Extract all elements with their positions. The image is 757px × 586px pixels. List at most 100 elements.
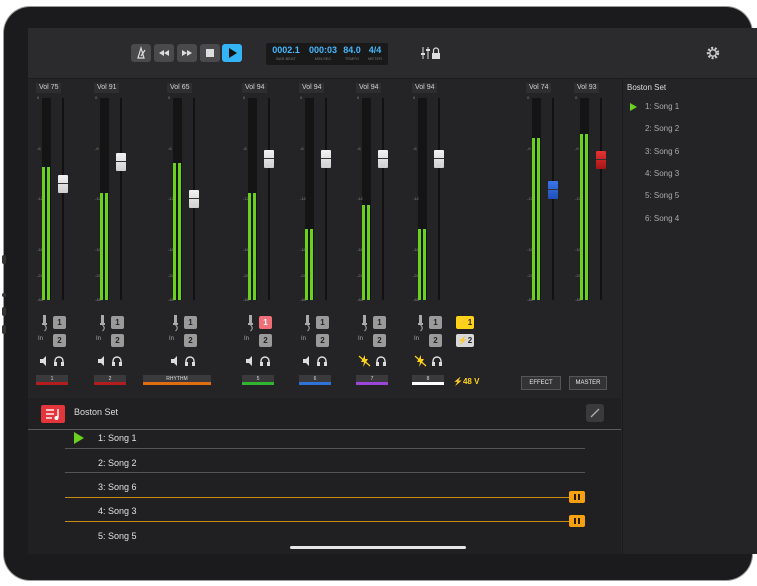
scale-tick: -12 xyxy=(357,196,363,201)
headphones-icon[interactable] xyxy=(184,354,196,371)
fader-handle[interactable] xyxy=(321,149,331,168)
song-row[interactable]: 3: Song 6 xyxy=(98,482,137,492)
song-row[interactable]: 5: Song 5 xyxy=(98,531,137,541)
fader-track[interactable] xyxy=(438,98,440,300)
sidebar-song-item[interactable]: 4: Song 3 xyxy=(645,169,679,178)
phantom-1-button[interactable]: ⚡1 xyxy=(456,316,474,329)
headphones-icon[interactable] xyxy=(316,354,328,371)
fader-track[interactable] xyxy=(120,98,122,300)
metronome-button[interactable] xyxy=(131,44,151,62)
rewind-button[interactable] xyxy=(154,44,174,62)
sidebar-song-item[interactable]: 3: Song 6 xyxy=(645,147,679,156)
fader-track[interactable] xyxy=(325,98,327,300)
input-1-button[interactable]: 1 xyxy=(316,316,329,329)
effect-button[interactable]: EFFECT xyxy=(521,376,561,390)
jack-icon xyxy=(362,315,367,332)
input-1-button[interactable]: 1 xyxy=(111,316,124,329)
fast-forward-button[interactable] xyxy=(177,44,197,62)
input-1-button[interactable]: 1 xyxy=(259,316,272,329)
phantom-2-label: 2 xyxy=(467,336,473,345)
headphones-icon[interactable] xyxy=(375,354,387,371)
fader-track[interactable] xyxy=(382,98,384,300)
input-2-button[interactable]: 2 xyxy=(373,334,386,347)
input-jack[interactable] xyxy=(414,315,428,337)
channel-name-label[interactable]: 6 xyxy=(299,375,331,385)
channel-name-label[interactable]: 2 xyxy=(94,375,126,385)
song-row-active[interactable]: 1: Song 1 xyxy=(98,433,137,443)
mute-lightning-icon[interactable] xyxy=(358,354,372,371)
sidebar-song-item[interactable]: 6: Song 4 xyxy=(645,214,679,223)
input-jack[interactable] xyxy=(96,315,110,337)
meter-readout[interactable]: 4/4 METER xyxy=(365,45,385,62)
mute-lightning-icon[interactable] xyxy=(414,354,428,371)
edit-setlist-button[interactable] xyxy=(586,404,604,422)
stop-icon xyxy=(206,49,214,57)
settings-button[interactable] xyxy=(705,45,721,61)
channel-name-label[interactable]: 8 xyxy=(412,375,444,385)
gear-icon xyxy=(706,46,720,60)
scale-tick: -6 xyxy=(527,145,531,151)
volume-label: Vol 94 xyxy=(242,83,268,93)
bar-beat-value: 0002.1 xyxy=(272,45,300,55)
input-1-button[interactable]: 1 xyxy=(53,316,66,329)
input-2-button[interactable]: 2 xyxy=(53,334,66,347)
song-row[interactable]: 4: Song 3 xyxy=(98,506,137,516)
pause-marker-button[interactable] xyxy=(569,515,585,527)
fader-track[interactable] xyxy=(268,98,270,300)
tempo-readout[interactable]: 84.0 TEMPO xyxy=(341,45,363,62)
channel-strip: Vol 93 0 -6 -12 -18 -24 -48 xyxy=(574,79,624,397)
headphones-icon[interactable] xyxy=(431,354,443,371)
fader-handle[interactable] xyxy=(596,151,606,170)
volume-value: 91 xyxy=(108,84,117,91)
input-jack[interactable] xyxy=(358,315,372,337)
headphones-icon[interactable] xyxy=(53,354,65,371)
sidebar-song-item[interactable]: 5: Song 5 xyxy=(645,191,679,200)
play-button[interactable] xyxy=(222,44,242,62)
phantom-2-button[interactable]: ⚡2 xyxy=(456,334,474,347)
speaker-icon[interactable] xyxy=(244,354,256,371)
input-jack[interactable] xyxy=(244,315,258,337)
speaker-icon[interactable] xyxy=(169,354,181,371)
input-1-button[interactable]: 1 xyxy=(373,316,386,329)
fader-track[interactable] xyxy=(62,98,64,300)
speaker-icon[interactable] xyxy=(301,354,313,371)
fader-handle[interactable] xyxy=(264,149,274,168)
play-icon[interactable] xyxy=(74,432,84,444)
channel-name-label[interactable]: RHYTHM xyxy=(143,375,211,385)
input-2-button[interactable]: 2 xyxy=(429,334,442,347)
pause-marker-button[interactable] xyxy=(569,491,585,503)
speaker-icon[interactable] xyxy=(38,354,50,371)
fader-track[interactable] xyxy=(600,98,602,300)
input-1-button[interactable]: 1 xyxy=(184,316,197,329)
channel-name-label[interactable]: 7 xyxy=(356,375,388,385)
headphones-icon[interactable] xyxy=(259,354,271,371)
master-button[interactable]: MASTER xyxy=(569,376,607,390)
input-jack[interactable] xyxy=(169,315,183,337)
input-2-button[interactable]: 2 xyxy=(259,334,272,347)
sidebar-song-item[interactable]: 2: Song 2 xyxy=(645,124,679,133)
fader-handle[interactable] xyxy=(58,175,68,194)
fader-handle[interactable] xyxy=(378,149,388,168)
song-row[interactable]: 2: Song 2 xyxy=(98,458,137,468)
fader-handle[interactable] xyxy=(548,180,558,199)
sidebar-song-item[interactable]: 1: Song 1 xyxy=(645,102,679,111)
fader-handle[interactable] xyxy=(189,190,199,208)
fader-track[interactable] xyxy=(552,98,554,300)
channel-name-label[interactable]: 5 xyxy=(242,375,274,385)
setlist-icon[interactable] xyxy=(41,405,65,423)
mixer-lock-button[interactable] xyxy=(420,45,442,61)
channel-name-label[interactable]: 1 xyxy=(36,375,68,385)
input-2-button[interactable]: 2 xyxy=(184,334,197,347)
input-2-button[interactable]: 2 xyxy=(316,334,329,347)
input-2-button[interactable]: 2 xyxy=(111,334,124,347)
input-jack[interactable] xyxy=(38,315,52,337)
input-1-button[interactable]: 1 xyxy=(429,316,442,329)
channel-color-bar xyxy=(412,382,444,385)
fader-handle[interactable] xyxy=(116,153,126,172)
stop-button[interactable] xyxy=(200,44,220,62)
input-label: In xyxy=(38,336,44,342)
input-jack[interactable] xyxy=(301,315,315,337)
fader-handle[interactable] xyxy=(434,149,444,168)
speaker-icon[interactable] xyxy=(96,354,108,371)
headphones-icon[interactable] xyxy=(111,354,123,371)
